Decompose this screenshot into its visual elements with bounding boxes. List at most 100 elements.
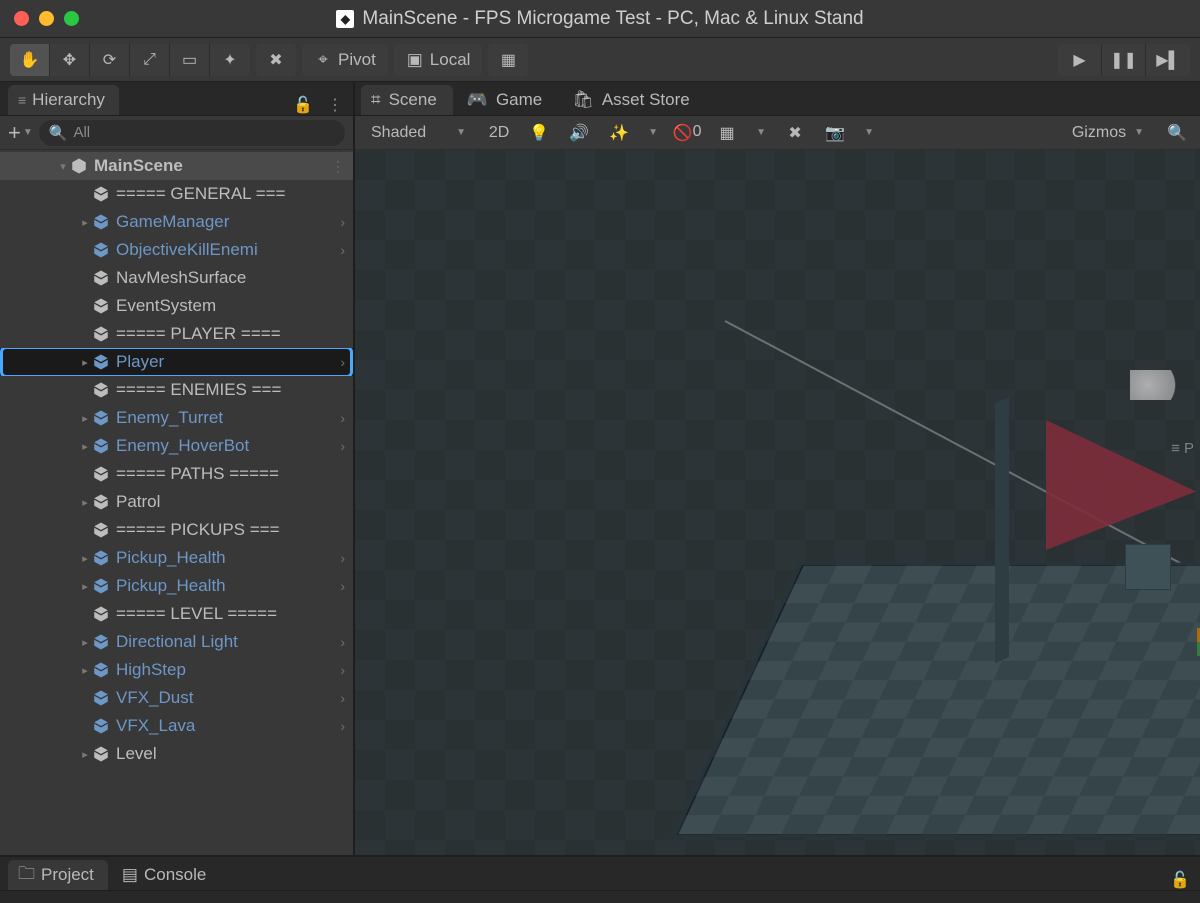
gizmos-dropdown[interactable]: Gizmos ▼ <box>1064 124 1152 142</box>
viewport-dim-overlay <box>355 150 1200 855</box>
hierarchy-item[interactable]: ObjectiveKillEnemi› <box>0 236 353 264</box>
lock-icon[interactable]: 🔓 <box>293 95 313 115</box>
gameobject-icon <box>92 297 110 315</box>
tab-console[interactable]: ▤ Console <box>112 860 220 890</box>
local-toggle[interactable]: ▣ Local <box>394 44 483 76</box>
zoom-window-button[interactable] <box>64 11 79 26</box>
hierarchy-item[interactable]: VFX_Lava› <box>0 712 353 740</box>
hierarchy-item[interactable]: ===== LEVEL ===== <box>0 600 353 628</box>
hierarchy-item-label: Pickup_Health <box>116 576 336 596</box>
hierarchy-item[interactable]: ▸Level <box>0 740 353 768</box>
step-button[interactable]: ▶▌ <box>1146 44 1190 76</box>
hierarchy-item[interactable]: ▸HighStep› <box>0 656 353 684</box>
open-prefab-icon[interactable]: › <box>340 718 345 734</box>
expand-toggle[interactable]: ▸ <box>78 580 92 593</box>
hand-tool[interactable]: ✋ <box>10 44 50 76</box>
transform-tool-group: ✋ ✥ ⟳ ⤢ ▭ ✦ <box>10 44 250 76</box>
toggle-fx[interactable]: ✨ <box>604 123 634 143</box>
gameobject-icon <box>92 409 110 427</box>
expand-toggle[interactable]: ▸ <box>78 412 92 425</box>
open-prefab-icon[interactable]: › <box>340 662 345 678</box>
expand-toggle[interactable]: ▸ <box>78 636 92 649</box>
open-prefab-icon[interactable]: › <box>340 578 345 594</box>
open-prefab-icon[interactable]: › <box>340 550 345 566</box>
tab-game[interactable]: 🎮 Game <box>457 85 558 115</box>
hierarchy-search[interactable]: 🔍 All <box>39 120 345 146</box>
hierarchy-item[interactable]: ===== PLAYER ==== <box>0 320 353 348</box>
toggle-2d[interactable]: 2D <box>484 124 514 142</box>
camera-toggle[interactable]: 📷 <box>820 123 850 143</box>
hierarchy-item[interactable]: NavMeshSurface <box>0 264 353 292</box>
hierarchy-item[interactable]: ▸ Pickup_Health› <box>0 572 353 600</box>
open-prefab-icon[interactable]: › <box>340 242 345 258</box>
shading-mode-dropdown[interactable]: Shaded ▼ <box>363 124 474 142</box>
snap-toggle[interactable]: ▦ <box>488 44 528 76</box>
hierarchy-item[interactable]: ▸Player› <box>0 348 353 376</box>
hierarchy-tree[interactable]: ▾ MainScene ⋮ ===== GENERAL ===▸GameMana… <box>0 150 353 855</box>
scene-menu-icon[interactable]: ⋮ <box>331 158 345 175</box>
open-prefab-icon[interactable]: › <box>340 410 345 426</box>
fx-dropdown[interactable]: ▼ <box>644 127 662 138</box>
pivot-icon: ⌖ <box>314 51 332 69</box>
grid-dropdown[interactable]: ▼ <box>752 127 770 138</box>
hierarchy-item[interactable]: VFX_Dust› <box>0 684 353 712</box>
tab-project-label: Project <box>41 865 94 885</box>
open-prefab-icon[interactable]: › <box>340 690 345 706</box>
gameobject-icon <box>92 717 110 735</box>
tab-asset-store[interactable]: 🛍 Asset Store <box>562 85 705 115</box>
hierarchy-item[interactable]: ===== PATHS ===== <box>0 460 353 488</box>
move-tool[interactable]: ✥ <box>50 44 90 76</box>
pivot-toggle[interactable]: ⌖ Pivot <box>302 44 388 76</box>
hierarchy-item-label: ===== PATHS ===== <box>116 464 345 484</box>
expand-toggle[interactable]: ▸ <box>78 216 92 229</box>
camera-dropdown[interactable]: ▼ <box>860 127 878 138</box>
expand-toggle[interactable]: ▸ <box>78 552 92 565</box>
scene-search[interactable]: 🔍 <box>1162 123 1192 143</box>
rotate-tool[interactable]: ⟳ <box>90 44 130 76</box>
hierarchy-tab[interactable]: ≡ Hierarchy <box>8 85 119 115</box>
lock-icon[interactable]: 🔓 <box>1170 870 1190 890</box>
hierarchy-item[interactable]: ===== ENEMIES === <box>0 376 353 404</box>
scene-viewport[interactable]: ≡ P <box>355 150 1200 855</box>
open-prefab-icon[interactable]: › <box>340 438 345 454</box>
scale-tool[interactable]: ⤢ <box>130 44 170 76</box>
hierarchy-item-label: ===== PICKUPS === <box>116 520 345 540</box>
expand-toggle[interactable]: ▸ <box>78 440 92 453</box>
toggle-audio[interactable]: 🔊 <box>564 123 594 143</box>
hierarchy-item[interactable]: ▸Enemy_HoverBot› <box>0 432 353 460</box>
minimize-window-button[interactable] <box>39 11 54 26</box>
tab-scene[interactable]: ⌗ Scene <box>361 85 453 115</box>
grid-toggle[interactable]: ▦ <box>712 123 742 143</box>
hierarchy-item[interactable]: ▸Pickup_Health› <box>0 544 353 572</box>
hierarchy-item[interactable]: ▸Enemy_Turret› <box>0 404 353 432</box>
expand-toggle[interactable]: ▸ <box>78 496 92 509</box>
hierarchy-item[interactable]: ▸ Directional Light› <box>0 628 353 656</box>
hierarchy-item[interactable]: ===== GENERAL === <box>0 180 353 208</box>
expand-toggle[interactable]: ▸ <box>78 664 92 677</box>
panel-menu-icon[interactable]: ⋮ <box>327 95 343 115</box>
custom-tools[interactable]: ✖ <box>256 44 296 76</box>
hierarchy-item[interactable]: ===== PICKUPS === <box>0 516 353 544</box>
play-button[interactable]: ▶ <box>1058 44 1102 76</box>
hierarchy-item[interactable]: ▸Patrol <box>0 488 353 516</box>
scene-row[interactable]: ▾ MainScene ⋮ <box>0 152 353 180</box>
close-window-button[interactable] <box>14 11 29 26</box>
expand-toggle[interactable]: ▾ <box>56 160 70 173</box>
hierarchy-item[interactable]: ▸GameManager› <box>0 208 353 236</box>
open-prefab-icon[interactable]: › <box>340 214 345 230</box>
toggle-lighting[interactable]: 💡 <box>524 123 554 143</box>
tools-toggle[interactable]: ✖ <box>780 123 810 143</box>
expand-toggle[interactable]: ▸ <box>78 356 92 369</box>
open-prefab-icon[interactable]: › <box>340 634 345 650</box>
visibility-toggle[interactable]: 🚫0 <box>672 123 702 143</box>
hierarchy-item-label: Directional Light <box>116 632 336 652</box>
create-button[interactable]: +▼ <box>8 120 33 146</box>
gamepad-icon: 🎮 <box>467 90 488 110</box>
multi-tool[interactable]: ✦ <box>210 44 250 76</box>
hierarchy-item[interactable]: EventSystem <box>0 292 353 320</box>
expand-toggle[interactable]: ▸ <box>78 748 92 761</box>
pause-button[interactable]: ❚❚ <box>1102 44 1146 76</box>
tab-project[interactable]: 🗀 Project <box>8 860 108 890</box>
rect-tool[interactable]: ▭ <box>170 44 210 76</box>
open-prefab-icon[interactable]: › <box>340 354 345 370</box>
